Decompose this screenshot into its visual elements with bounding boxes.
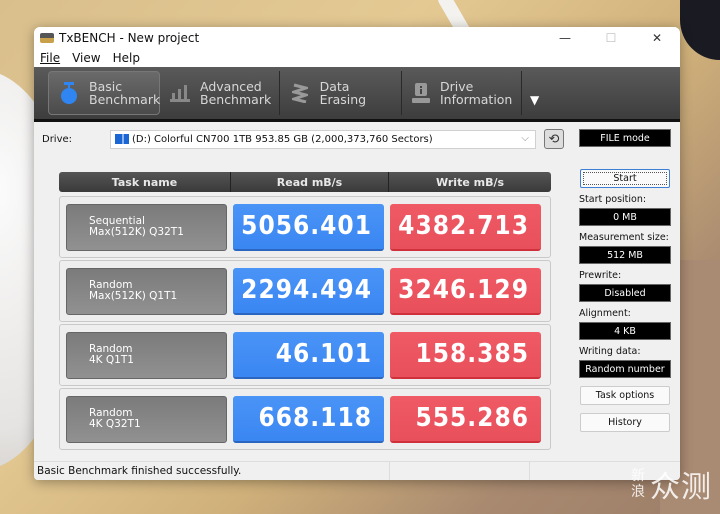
settings-panel: FILE mode Start Start position: 0 MB Mea… bbox=[579, 129, 671, 432]
mode-indicator: FILE mode bbox=[579, 129, 671, 147]
drive-info-icon bbox=[412, 83, 430, 103]
drive-selected-value: (D:) Colorful CN700 1TB 953.85 GB (2,000… bbox=[132, 133, 433, 145]
task-name-button[interactable]: Random 4K Q1T1 bbox=[66, 331, 227, 379]
task-name-line2: 4K Q1T1 bbox=[89, 354, 134, 366]
table-row: Random 4K Q32T1 668.118 555.286 bbox=[59, 388, 551, 450]
stopwatch-icon bbox=[59, 81, 79, 105]
tab-label-line2: Information bbox=[440, 92, 513, 107]
measurement-size-label: Measurement size: bbox=[579, 232, 669, 243]
write-value: 3246.129 bbox=[390, 267, 541, 315]
prewrite-label: Prewrite: bbox=[579, 270, 622, 281]
tab-label-line2: Benchmark bbox=[200, 92, 272, 107]
task-name-line2: Max(512K) Q1T1 bbox=[89, 290, 178, 302]
app-window: TxBENCH - New project — ☐ ✕ File View He… bbox=[34, 27, 680, 480]
read-value: 2294.494 bbox=[233, 267, 384, 315]
spring-icon bbox=[290, 83, 310, 103]
bar-chart-icon bbox=[170, 84, 190, 102]
app-icon bbox=[40, 33, 54, 43]
alignment-value: 4 KB bbox=[579, 322, 671, 340]
task-name-button[interactable]: Random Max(512K) Q1T1 bbox=[66, 267, 227, 315]
measurement-size-value: 512 MB bbox=[579, 246, 671, 264]
watermark-big: 众测 bbox=[650, 470, 712, 505]
drive-row: Drive: (D:) Colorful CN700 1TB 953.85 GB… bbox=[42, 128, 564, 150]
header-read: Read mB/s bbox=[231, 172, 389, 192]
task-options-button[interactable]: Task options bbox=[580, 386, 670, 405]
task-name-button[interactable]: Random 4K Q32T1 bbox=[66, 395, 227, 443]
table-header: Task name Read mB/s Write mB/s bbox=[59, 172, 551, 192]
watermark: 新浪 众测 bbox=[631, 462, 712, 506]
read-value: 5056.401 bbox=[233, 203, 384, 251]
menu-bar: File View Help bbox=[34, 49, 680, 67]
results-table: Task name Read mB/s Write mB/s Sequentia… bbox=[59, 172, 551, 452]
minimize-button[interactable]: — bbox=[542, 27, 588, 49]
table-row: Random 4K Q1T1 46.101 158.385 bbox=[59, 324, 551, 386]
write-value: 4382.713 bbox=[390, 203, 541, 251]
header-write: Write mB/s bbox=[435, 175, 505, 189]
task-name-button[interactable]: Sequential Max(512K) Q32T1 bbox=[66, 203, 227, 251]
start-position-label: Start position: bbox=[579, 194, 647, 205]
watermark-small-1: 新 bbox=[631, 468, 646, 484]
maximize-button[interactable]: ☐ bbox=[588, 27, 634, 49]
writing-data-value: Random number bbox=[579, 360, 671, 378]
chevron-down-icon: ⌵ bbox=[521, 132, 529, 144]
status-bar: Basic Benchmark finished successfully. bbox=[34, 461, 680, 480]
tab-data-erasing[interactable]: Data Erasing bbox=[280, 71, 402, 115]
prewrite-value: Disabled bbox=[579, 284, 671, 302]
toolbar-more-arrow-icon[interactable]: ▼ bbox=[530, 93, 539, 107]
task-name-line2: 4K Q32T1 bbox=[89, 418, 141, 430]
refresh-icon: ⟲ bbox=[548, 131, 560, 147]
tab-drive-information[interactable]: Drive Information bbox=[402, 71, 522, 115]
header-task-name: Task name bbox=[59, 172, 231, 192]
drive-icon bbox=[115, 134, 129, 144]
read-value: 46.101 bbox=[233, 331, 384, 379]
menu-file[interactable]: File bbox=[40, 51, 60, 65]
alignment-label: Alignment: bbox=[579, 308, 631, 319]
close-button[interactable]: ✕ bbox=[634, 27, 680, 49]
read-value: 668.118 bbox=[233, 395, 384, 443]
status-message: Basic Benchmark finished successfully. bbox=[34, 462, 390, 480]
write-value: 555.286 bbox=[390, 395, 541, 443]
refresh-button[interactable]: ⟲ bbox=[544, 129, 564, 149]
table-row: Random Max(512K) Q1T1 2294.494 3246.129 bbox=[59, 260, 551, 322]
task-name-line2: Max(512K) Q32T1 bbox=[89, 226, 184, 238]
drive-label: Drive: bbox=[42, 133, 73, 145]
start-button[interactable]: Start bbox=[580, 169, 670, 188]
table-row: Sequential Max(512K) Q32T1 5056.401 4382… bbox=[59, 196, 551, 258]
background-object bbox=[680, 0, 720, 60]
drive-select[interactable]: (D:) Colorful CN700 1TB 953.85 GB (2,000… bbox=[110, 129, 536, 149]
status-segment bbox=[390, 462, 530, 480]
menu-help[interactable]: Help bbox=[113, 51, 140, 65]
window-title: TxBENCH - New project bbox=[59, 31, 200, 45]
title-bar: TxBENCH - New project — ☐ ✕ bbox=[34, 27, 680, 49]
tab-label: Data Erasing bbox=[319, 79, 367, 107]
tab-label-line2: Benchmark bbox=[89, 92, 161, 107]
toolbar: Basic Benchmark Advanced Benchmark Data Er… bbox=[34, 67, 680, 122]
history-button[interactable]: History bbox=[580, 413, 670, 432]
writing-data-label: Writing data: bbox=[579, 346, 641, 357]
tab-advanced-benchmark[interactable]: Advanced Benchmark bbox=[160, 71, 280, 115]
start-position-value: 0 MB bbox=[579, 208, 671, 226]
tab-basic-benchmark[interactable]: Basic Benchmark bbox=[48, 71, 160, 115]
write-value: 158.385 bbox=[390, 331, 541, 379]
menu-view[interactable]: View bbox=[72, 51, 100, 65]
watermark-small-2: 浪 bbox=[631, 484, 646, 500]
